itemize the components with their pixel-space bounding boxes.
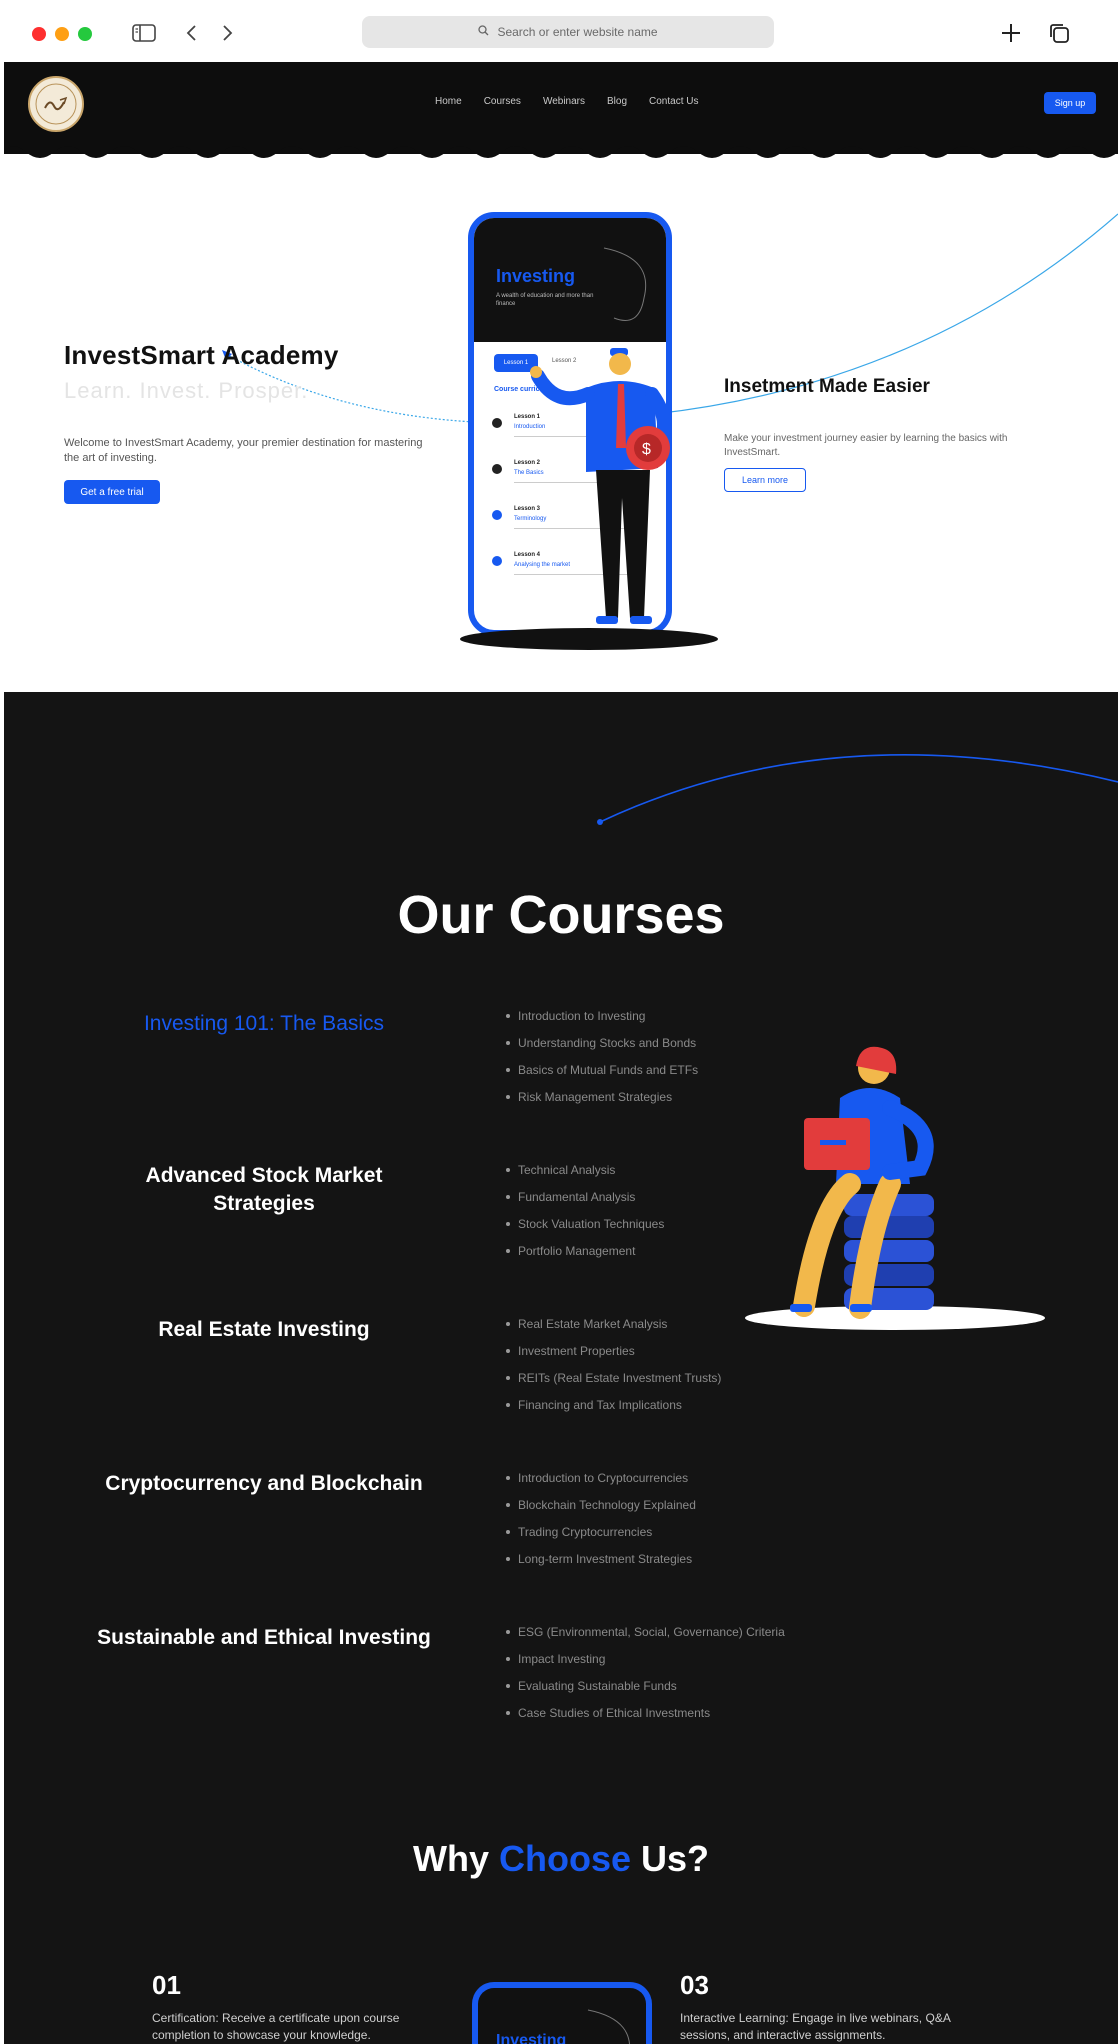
course-topic: ESG (Environmental, Social, Governance) … (504, 1624, 785, 1651)
academy-logo[interactable] (28, 76, 84, 132)
course-topic: REITs (Real Estate Investment Trusts) (504, 1370, 721, 1397)
course-topics-list: ESG (Environmental, Social, Governance) … (504, 1624, 785, 1732)
browser-toolbar: Search or enter website name (0, 0, 1120, 62)
phone-swirl (587, 2009, 630, 2044)
hero-description: Welcome to InvestSmart Academy, your pre… (64, 437, 423, 464)
phone-subtitle: A wealth of education and more than fina… (496, 293, 594, 307)
phone-title: Investing (496, 266, 576, 286)
phone-swirl (603, 247, 647, 321)
course-topic: Case Studies of Ethical Investments (504, 1705, 785, 1732)
course-topics-list: Introduction to Investing Understanding … (504, 1008, 698, 1116)
course-topic: Trading Cryptocurrencies (504, 1524, 696, 1551)
back-icon[interactable] (179, 20, 205, 46)
course-topic: Stock Valuation Techniques (504, 1216, 664, 1243)
course-topic: Introduction to Investing (504, 1008, 698, 1035)
courses-heading: Our Courses (397, 885, 725, 945)
signup-button[interactable]: Sign up (1044, 92, 1096, 114)
why-item-number: 03 (680, 1970, 709, 2000)
course-topics-list: Technical Analysis Fundamental Analysis … (504, 1162, 664, 1270)
main-nav: Home Courses Webinars Blog Contact Us (424, 96, 709, 107)
courses-decorative-curve (597, 754, 1118, 825)
course-topic: Real Estate Market Analysis (504, 1316, 721, 1343)
course-topic: Understanding Stocks and Bonds (504, 1035, 698, 1062)
address-placeholder: Search or enter website name (497, 25, 658, 39)
course-topic: Introduction to Cryptocurrencies (504, 1470, 696, 1497)
phone-title: Investing (496, 2032, 567, 2044)
nav-home[interactable]: Home (424, 96, 473, 107)
learn-more-button[interactable]: Learn more (724, 468, 806, 492)
nav-blog[interactable]: Blog (596, 96, 638, 107)
phone-mockup-secondary: Investing A wealth of education and more… (472, 1982, 652, 2044)
feature-description: Make your investment journey easier by l… (724, 433, 1008, 458)
close-window-button[interactable] (32, 27, 46, 41)
course-topic: Long-term Investment Strategies (504, 1551, 696, 1578)
course-topic: Technical Analysis (504, 1162, 664, 1189)
nav-webinars[interactable]: Webinars (532, 96, 596, 107)
minimize-window-button[interactable] (55, 27, 69, 41)
why-item-text: Interactive Learning: Engage in live web… (680, 2011, 951, 2042)
new-tab-icon[interactable] (998, 20, 1024, 46)
phone-screen-header: Investing A wealth of education and more… (474, 218, 666, 342)
course-topic: Portfolio Management (504, 1243, 664, 1270)
nav-courses[interactable]: Courses (473, 96, 532, 107)
maximize-window-button[interactable] (78, 27, 92, 41)
forward-icon[interactable] (214, 20, 240, 46)
woman-laptop-illustration (745, 1046, 1045, 1330)
course-topic: Investment Properties (504, 1343, 721, 1370)
search-icon (478, 25, 489, 39)
course-title-investing-101[interactable]: Investing 101: The Basics (94, 1010, 434, 1038)
course-title-advanced-stock[interactable]: Advanced Stock Market Strategies (94, 1162, 434, 1218)
hero-subtitle: Learn. Invest. Prosper. (64, 378, 309, 403)
course-topic: Impact Investing (504, 1651, 785, 1678)
course-topic: Blockchain Technology Explained (504, 1497, 696, 1524)
businessman-illustration: $ (530, 348, 671, 624)
tab-overview-icon[interactable] (1046, 20, 1072, 46)
course-topic: Basics of Mutual Funds and ETFs (504, 1062, 698, 1089)
course-title-crypto[interactable]: Cryptocurrency and Blockchain (94, 1470, 434, 1498)
course-topic: Evaluating Sustainable Funds (504, 1678, 785, 1705)
course-topic: Risk Management Strategies (504, 1089, 698, 1116)
why-heading-accent: Choose (498, 1838, 631, 1879)
sidebar-toggle-icon[interactable] (131, 20, 157, 46)
course-topics-list: Introduction to Cryptocurrencies Blockch… (504, 1470, 696, 1578)
course-topic: Financing and Tax Implications (504, 1397, 721, 1424)
nav-contact[interactable]: Contact Us (638, 96, 709, 107)
course-title-real-estate[interactable]: Real Estate Investing (94, 1316, 434, 1344)
why-heading: Why Choose Us? (412, 1838, 710, 1879)
address-bar[interactable]: Search or enter website name (362, 16, 774, 48)
hero-title: InvestSmart Academy (64, 340, 339, 370)
course-title-sustainable[interactable]: Sustainable and Ethical Investing (94, 1624, 434, 1652)
why-item-text: Certification: Receive a certificate upo… (152, 2011, 400, 2042)
feature-title: Insetment Made Easier (724, 376, 930, 397)
course-topics-list: Real Estate Market Analysis Investment P… (504, 1316, 721, 1424)
why-item-number: 01 (152, 1970, 181, 2000)
course-topic: Fundamental Analysis (504, 1189, 664, 1216)
free-trial-button[interactable]: Get a free trial (64, 480, 160, 504)
svg-text:$: $ (642, 441, 651, 458)
webpage: Home Courses Webinars Blog Contact Us Si… (4, 62, 1118, 2044)
